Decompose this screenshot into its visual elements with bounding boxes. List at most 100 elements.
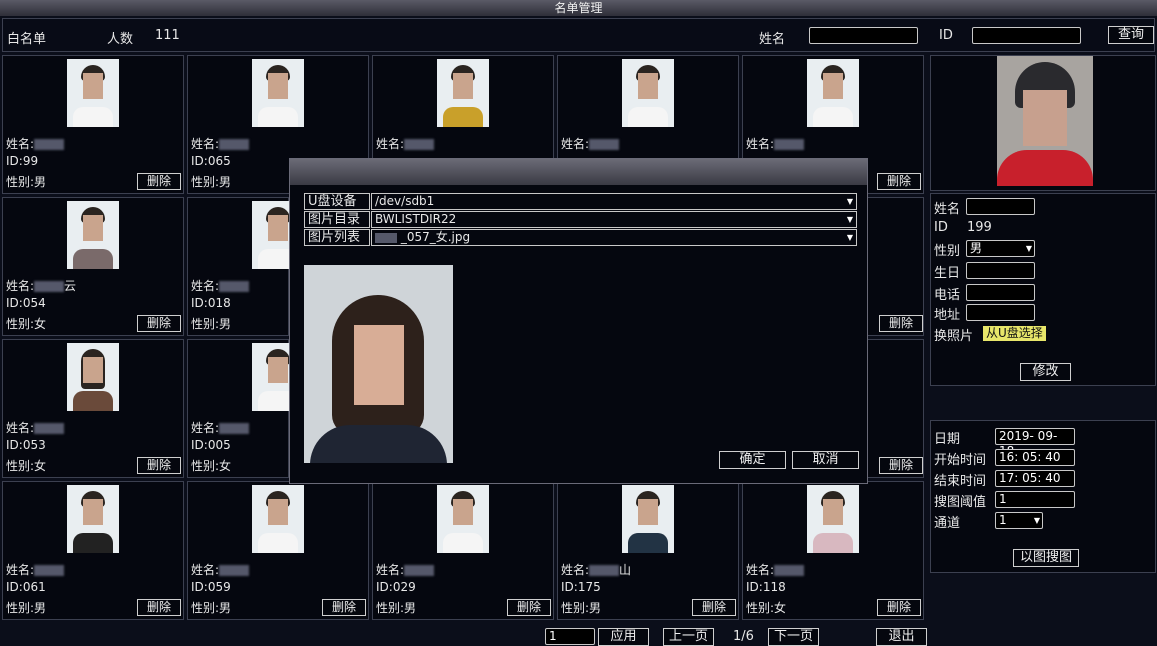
- change-photo-label: 换照片: [934, 329, 974, 344]
- person-photo: [67, 201, 119, 269]
- person-card[interactable]: 姓名: ID:005 性别:女: [187, 339, 304, 478]
- person-gender: 男: [219, 601, 232, 615]
- person-card[interactable]: 姓名: 云 ID:054 性别:女 删除: [2, 197, 184, 336]
- person-id: 118: [762, 580, 786, 594]
- page-info: 1/6: [733, 629, 754, 644]
- person-photo: [67, 485, 119, 553]
- person-photo: [252, 59, 304, 127]
- chevron-down-icon: ▼: [846, 233, 854, 242]
- threshold-input[interactable]: 1: [995, 491, 1075, 508]
- delete-button[interactable]: 删除: [137, 457, 181, 474]
- person-id: 053: [22, 438, 46, 452]
- person-photo: [67, 59, 119, 127]
- picture-dir-label: 图片目录: [304, 211, 370, 228]
- channel-label: 通道: [934, 516, 961, 531]
- end-time-input[interactable]: 17: 05: 40: [995, 470, 1075, 487]
- delete-button[interactable]: 删除: [877, 173, 921, 190]
- channel-select[interactable]: 1 ▼: [995, 512, 1043, 529]
- person-name: 山: [619, 563, 632, 577]
- id-filter-input[interactable]: [972, 27, 1081, 44]
- chevron-down-icon: ▼: [846, 215, 854, 224]
- name-label: 姓名: [934, 202, 961, 217]
- date-input[interactable]: 2019- 09- 18: [995, 428, 1075, 458]
- search-by-image-button[interactable]: 以图搜图: [1013, 549, 1079, 567]
- person-card[interactable]: 姓名: 山 ID:175 性别:男 删除: [557, 481, 739, 620]
- person-gender: 女: [34, 317, 47, 331]
- phone-input[interactable]: [966, 284, 1035, 301]
- person-card[interactable]: 姓名: ID:059 性别:男 删除: [187, 481, 369, 620]
- person-card[interactable]: 姓名: ID:018 性别:男: [187, 197, 304, 336]
- picture-list-select[interactable]: _057_女.jpg ▼: [371, 229, 857, 246]
- picture-list-label: 图片列表: [304, 229, 370, 246]
- person-photo: [622, 59, 674, 127]
- picture-dir-select[interactable]: BWLISTDIR22 ▼: [371, 211, 857, 228]
- dialog-header: [290, 159, 867, 185]
- person-photo: [437, 485, 489, 553]
- prev-page-button[interactable]: 上一页: [663, 628, 714, 646]
- address-input[interactable]: [966, 304, 1035, 321]
- person-gender: 男: [589, 601, 602, 615]
- person-id: 018: [207, 296, 231, 310]
- select-from-usb-button[interactable]: 从U盘选择: [983, 326, 1046, 341]
- person-id: 005: [207, 438, 231, 452]
- person-card[interactable]: 删除: [867, 197, 924, 336]
- person-photo: [622, 485, 674, 553]
- person-card[interactable]: 姓名: ID:053 性别:女 删除: [2, 339, 184, 478]
- name-filter-label: 姓名: [759, 32, 786, 47]
- person-photo: [252, 485, 304, 553]
- delete-button[interactable]: 删除: [692, 599, 736, 616]
- picture-list-row[interactable]: 图片列表 _057_女.jpg ▼: [304, 229, 859, 246]
- page-input[interactable]: 1: [545, 628, 595, 645]
- delete-button[interactable]: 删除: [877, 599, 921, 616]
- threshold-label: 搜图阈值: [934, 495, 987, 510]
- person-gender: 男: [34, 175, 47, 189]
- person-card[interactable]: 姓名: ID:029 性别:男 删除: [372, 481, 554, 620]
- person-photo: [807, 59, 859, 127]
- birthday-label: 生日: [934, 266, 961, 281]
- end-time-label: 结束时间: [934, 474, 987, 489]
- delete-button[interactable]: 删除: [879, 457, 923, 474]
- person-card[interactable]: 删除: [867, 339, 924, 478]
- start-time-input[interactable]: 16: 05: 40: [995, 449, 1075, 466]
- apply-button[interactable]: 应用: [598, 628, 649, 646]
- selected-photo-panel: [930, 55, 1156, 191]
- confirm-button[interactable]: 确定: [719, 451, 786, 469]
- person-card[interactable]: 姓名: ID:061 性别:男 删除: [2, 481, 184, 620]
- count-value: 111: [155, 28, 180, 43]
- person-gender: 男: [404, 601, 417, 615]
- person-photo: [67, 343, 119, 411]
- delete-button[interactable]: 删除: [507, 599, 551, 616]
- delete-button[interactable]: 删除: [137, 599, 181, 616]
- person-id: 065: [207, 154, 231, 168]
- usb-device-select[interactable]: /dev/sdb1 ▼: [371, 193, 857, 210]
- next-page-button[interactable]: 下一页: [768, 628, 819, 646]
- usb-device-row[interactable]: U盘设备 /dev/sdb1 ▼: [304, 193, 859, 210]
- phone-label: 电话: [934, 288, 961, 303]
- query-button[interactable]: 查询: [1108, 26, 1154, 44]
- person-gender: 男: [219, 317, 232, 331]
- delete-button[interactable]: 删除: [322, 599, 366, 616]
- person-id: 061: [22, 580, 46, 594]
- name-filter-input[interactable]: [809, 27, 918, 44]
- date-label: 日期: [934, 432, 961, 447]
- gender-label: 性别: [934, 244, 961, 259]
- person-gender: 男: [219, 175, 232, 189]
- birthday-input[interactable]: [966, 262, 1035, 279]
- delete-button[interactable]: 删除: [879, 315, 923, 332]
- delete-button[interactable]: 删除: [137, 173, 181, 190]
- selected-person-photo: [997, 56, 1093, 186]
- name-input[interactable]: [966, 198, 1035, 215]
- modify-button[interactable]: 修改: [1020, 363, 1071, 381]
- exit-button[interactable]: 退出: [876, 628, 927, 646]
- cancel-button[interactable]: 取消: [792, 451, 859, 469]
- gender-select[interactable]: 男 ▼: [966, 240, 1035, 257]
- picture-dir-row[interactable]: 图片目录 BWLISTDIR22 ▼: [304, 211, 859, 228]
- person-photo: [437, 59, 489, 127]
- usb-photo-dialog: U盘设备 /dev/sdb1 ▼ 图片目录 BWLISTDIR22 ▼ 图片列表 _…: [289, 158, 868, 484]
- person-card[interactable]: 姓名: ID:99 性别:男 删除: [2, 55, 184, 194]
- person-card[interactable]: 姓名: ID:118 性别:女 删除: [742, 481, 924, 620]
- person-id: 059: [207, 580, 231, 594]
- delete-button[interactable]: 删除: [137, 315, 181, 332]
- person-name: 云: [64, 279, 77, 293]
- person-gender: 女: [34, 459, 47, 473]
